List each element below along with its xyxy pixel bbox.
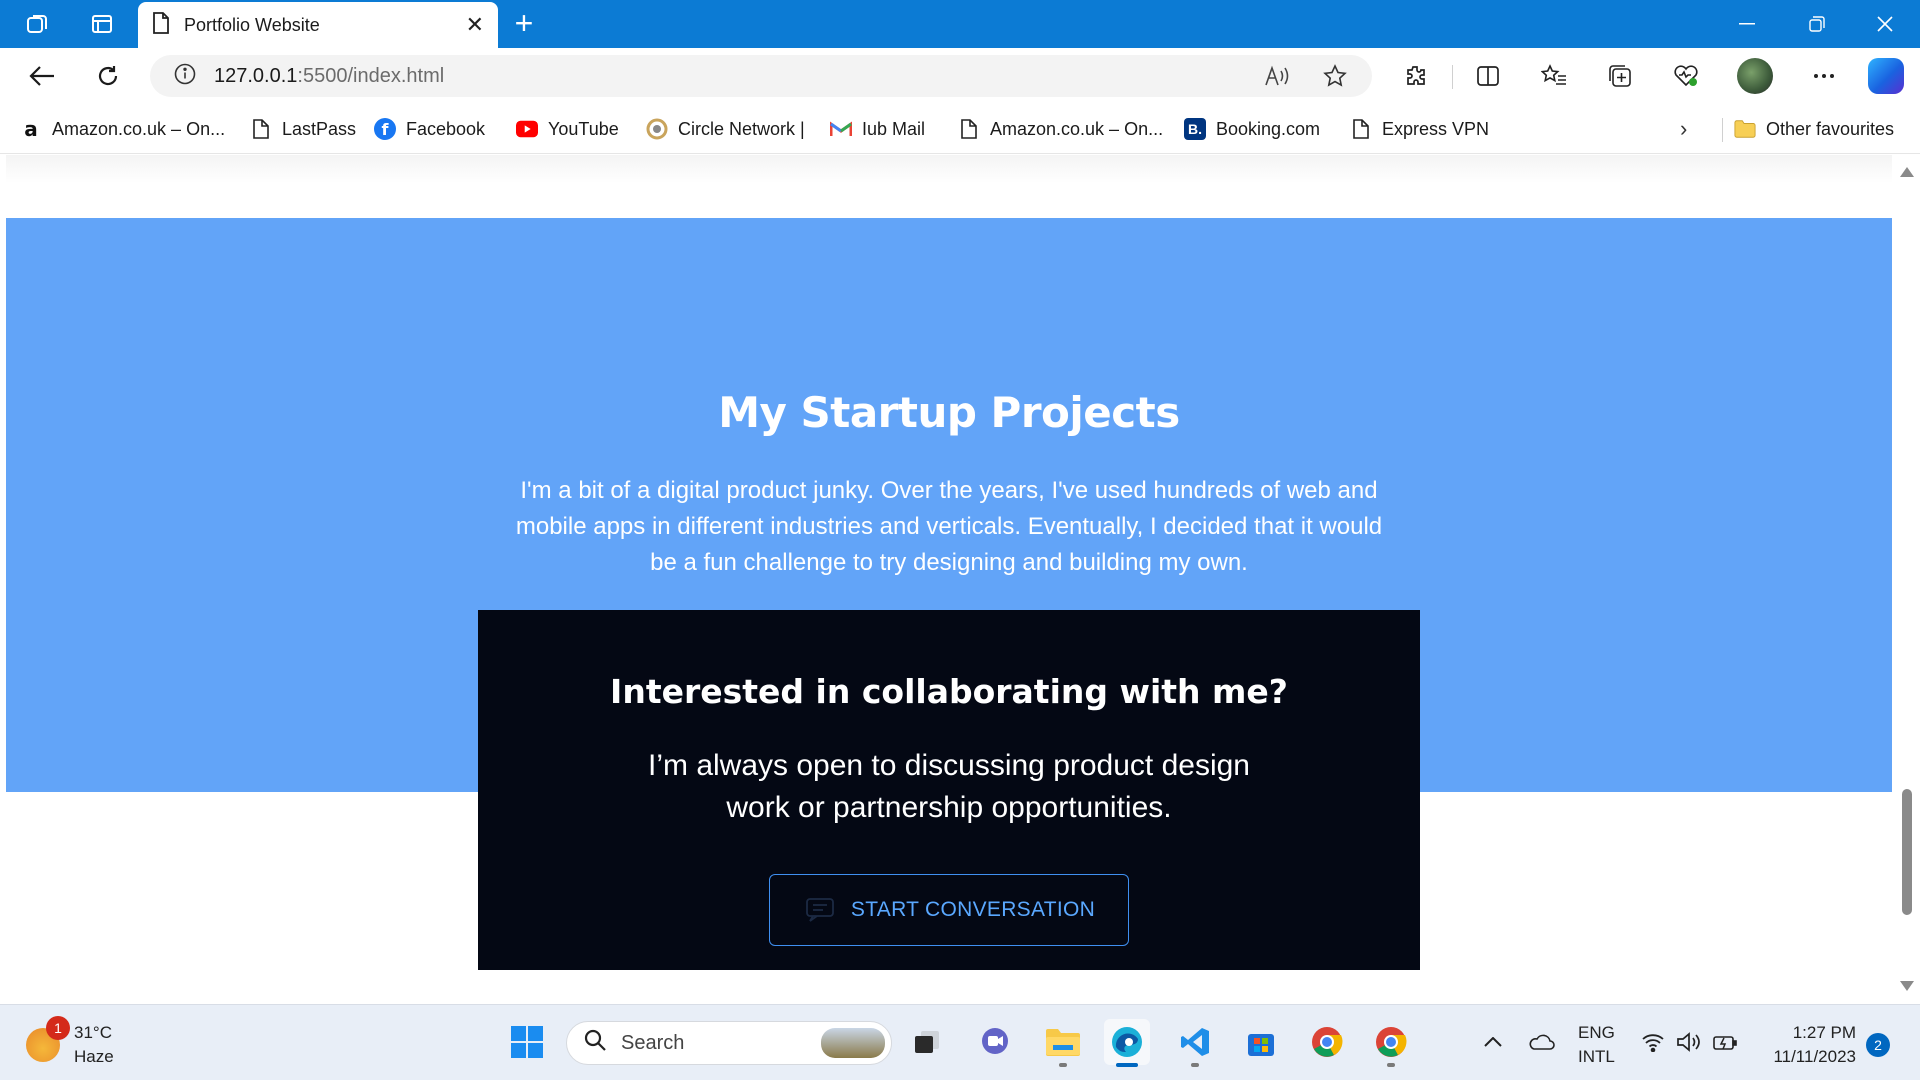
- favourite-item[interactable]: Express VPN: [1350, 116, 1489, 142]
- page-icon: [1350, 118, 1372, 140]
- volume-icon[interactable]: [1674, 1019, 1704, 1065]
- youtube-icon: [516, 118, 538, 140]
- circle-network-icon: [646, 118, 668, 140]
- search-label: Search: [621, 1031, 685, 1054]
- browser-essentials-icon[interactable]: [1668, 58, 1704, 94]
- clock-date: 11/11/2023: [1773, 1047, 1856, 1066]
- copilot-icon[interactable]: [1868, 58, 1904, 94]
- page-icon: [152, 11, 170, 39]
- system-clock[interactable]: 1:27 PM 11/11/2023: [1760, 1021, 1856, 1069]
- favourites-bar: a Amazon.co.uk – On... LastPass f Facebo…: [0, 104, 1920, 154]
- microsoft-store-icon[interactable]: [1238, 1019, 1284, 1065]
- favourite-item[interactable]: a Amazon.co.uk – On...: [20, 116, 225, 142]
- workspaces-icon[interactable]: [22, 8, 54, 40]
- close-tab-icon[interactable]: ✕: [466, 12, 484, 38]
- more-favourites-chevron-icon[interactable]: ›: [1680, 116, 1687, 142]
- haze-weather-icon: 1: [26, 1016, 70, 1062]
- page-icon: [250, 118, 272, 140]
- tab-portfolio-website[interactable]: Portfolio Website ✕: [138, 2, 498, 48]
- start-conversation-button[interactable]: START CONVERSATION: [769, 874, 1129, 946]
- collections-icon[interactable]: [1602, 58, 1638, 94]
- chat-bubble-icon: [803, 897, 837, 923]
- restore-icon[interactable]: [1782, 0, 1852, 48]
- section-description: I'm a bit of a digital product junky. Ov…: [515, 477, 1383, 576]
- search-highlight-image: [821, 1028, 885, 1058]
- collaboration-text: I’m always open to discussing product de…: [648, 749, 1250, 824]
- other-favourites-folder[interactable]: Other favourites: [1734, 116, 1894, 142]
- clock-time: 1:27 PM: [1792, 1023, 1856, 1042]
- booking-icon: B.: [1184, 118, 1206, 140]
- page-scrollbar[interactable]: [1892, 155, 1920, 1003]
- gmail-icon: [830, 118, 852, 140]
- tab-title: Portfolio Website: [184, 14, 320, 35]
- refresh-icon[interactable]: [90, 58, 126, 94]
- extensions-icon[interactable]: [1398, 58, 1434, 94]
- close-window-icon[interactable]: [1850, 0, 1920, 48]
- edge-browser-icon[interactable]: [1104, 1019, 1150, 1067]
- favourite-item[interactable]: LastPass: [250, 116, 356, 142]
- favourite-item[interactable]: Amazon.co.uk – On...: [958, 116, 1163, 142]
- section-title: My Startup Projects: [718, 388, 1180, 437]
- url-path: :5500/index.html: [297, 64, 445, 87]
- teams-chat-icon[interactable]: [972, 1019, 1018, 1065]
- address-bar[interactable]: 127.0.0.1:5500/index.html: [150, 55, 1372, 97]
- onedrive-cloud-icon[interactable]: [1524, 1019, 1558, 1065]
- page-viewport: My Startup Projects I'm a bit of a digit…: [6, 155, 1892, 1003]
- more-options-icon[interactable]: [1806, 58, 1842, 94]
- site-info-icon[interactable]: [174, 63, 196, 90]
- new-tab-button[interactable]: +: [508, 7, 540, 40]
- profile-avatar[interactable]: [1737, 58, 1773, 94]
- wifi-icon[interactable]: [1638, 1019, 1668, 1065]
- collaboration-title: Interested in collaborating with me?: [610, 672, 1288, 711]
- windows-taskbar: 1 31°C Haze Search ENG INTL 1:27 PM 11/1…: [0, 1004, 1920, 1080]
- notification-badge[interactable]: 2: [1866, 1033, 1890, 1057]
- favourite-item[interactable]: YouTube: [516, 116, 619, 142]
- read-aloud-icon[interactable]: [1262, 61, 1292, 91]
- battery-icon[interactable]: [1710, 1019, 1740, 1065]
- header-shadow: [6, 155, 1892, 183]
- folder-icon: [1734, 118, 1756, 140]
- favourite-item[interactable]: B. Booking.com: [1184, 116, 1320, 142]
- scrollbar-thumb[interactable]: [1902, 789, 1912, 915]
- vs-code-icon[interactable]: [1172, 1019, 1218, 1067]
- toolbar-divider: [1452, 65, 1453, 89]
- favourite-item[interactable]: Iub Mail: [830, 116, 925, 142]
- facebook-icon: f: [374, 118, 396, 140]
- page-icon: [958, 118, 980, 140]
- split-screen-icon[interactable]: [1470, 58, 1506, 94]
- collaboration-card: Interested in collaborating with me? I’m…: [478, 610, 1420, 970]
- search-icon: [583, 1028, 607, 1058]
- task-view-icon[interactable]: [904, 1019, 950, 1065]
- favourite-item[interactable]: f Facebook: [374, 116, 485, 142]
- amazon-icon: a: [24, 117, 38, 141]
- favorites-icon[interactable]: [1536, 58, 1572, 94]
- back-icon[interactable]: [24, 58, 60, 94]
- url-host: 127.0.0.1: [214, 64, 298, 87]
- minimize-icon[interactable]: [1712, 0, 1782, 48]
- start-button-icon[interactable]: [504, 1019, 550, 1065]
- chrome-profile-icon[interactable]: [1368, 1019, 1414, 1067]
- browser-title-bar: Portfolio Website ✕ +: [0, 0, 1920, 48]
- weather-widget[interactable]: 1 31°C Haze: [26, 1016, 114, 1069]
- favourites-divider: [1722, 118, 1723, 142]
- start-conversation-label: START CONVERSATION: [850, 898, 1096, 921]
- show-hidden-icons-chevron-icon[interactable]: [1478, 1019, 1508, 1065]
- scroll-down-arrow-icon[interactable]: [1900, 981, 1914, 991]
- browser-toolbar: 127.0.0.1:5500/index.html: [0, 48, 1920, 104]
- file-explorer-icon[interactable]: [1040, 1019, 1086, 1067]
- favorite-star-icon[interactable]: [1320, 61, 1350, 91]
- weather-badge: 1: [46, 1016, 70, 1040]
- tab-actions-icon[interactable]: [86, 8, 118, 40]
- scroll-up-arrow-icon[interactable]: [1900, 167, 1914, 177]
- weather-description: Haze: [74, 1047, 114, 1066]
- weather-temperature: 31°C: [74, 1023, 112, 1042]
- taskbar-search[interactable]: Search: [566, 1021, 892, 1065]
- language-indicator[interactable]: ENG INTL: [1578, 1021, 1615, 1069]
- chrome-icon[interactable]: [1304, 1019, 1350, 1065]
- favourite-item[interactable]: Circle Network |: [646, 116, 805, 142]
